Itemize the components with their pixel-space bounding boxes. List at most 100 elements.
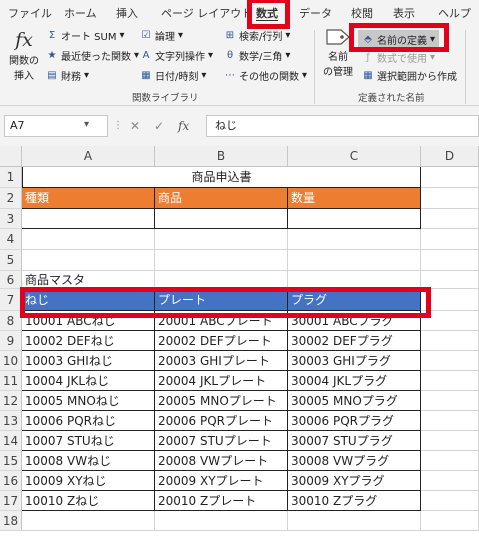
cell-A15[interactable]: 10008 VWねじ [22, 451, 155, 471]
cell-D1[interactable] [421, 167, 479, 188]
cell-B2[interactable]: 商品 [155, 188, 288, 209]
cell-A14[interactable]: 10007 STUねじ [22, 431, 155, 451]
math-trig-button[interactable]: θ 数学/三角 ▾ [224, 48, 290, 64]
cell-C1[interactable] [288, 167, 421, 188]
column-header-b[interactable]: B [155, 146, 288, 167]
financial-button[interactable]: ▤ 財務 ▾ [46, 68, 89, 84]
datetime-button[interactable]: ▦ 日付/時刻 ▾ [140, 68, 206, 84]
cell-C10[interactable]: 30003 GHIプラグ [288, 351, 421, 371]
row-header-1[interactable]: 1 [0, 167, 22, 188]
cell-D15[interactable] [421, 451, 479, 471]
logical-button[interactable]: ☑ 論理 ▾ [140, 28, 184, 44]
cell-D18[interactable] [421, 511, 479, 531]
cell-C12[interactable]: 30005 MNOプラグ [288, 391, 421, 411]
create-from-selection-button[interactable]: ▦ 選択範囲から作成 [362, 68, 457, 84]
cell-B3[interactable] [155, 209, 288, 229]
cell-B17[interactable]: 20010 Zプレート [155, 491, 288, 511]
cell-C18[interactable] [288, 511, 421, 531]
cell-C15[interactable]: 30008 VWプラグ [288, 451, 421, 471]
cell-B1[interactable]: 商品申込書 [155, 167, 288, 188]
tab-page-layout[interactable]: ページ レイアウト [161, 5, 252, 21]
row-header-4[interactable]: 4 [0, 229, 22, 250]
row-header-15[interactable]: 15 [0, 451, 22, 471]
cell-A11[interactable]: 10004 JKLねじ [22, 371, 155, 391]
row-header-2[interactable]: 2 [0, 188, 22, 209]
cell-D3[interactable] [421, 209, 479, 229]
column-header-d[interactable]: D [421, 146, 479, 167]
lookup-button[interactable]: ⊞ 検索/行列 ▾ [224, 28, 291, 44]
column-header-c[interactable]: C [288, 146, 421, 167]
cell-C2[interactable]: 数量 [288, 188, 421, 209]
tab-insert[interactable]: 挿入 [116, 5, 138, 21]
tab-help[interactable]: ヘルプ [438, 5, 471, 21]
cell-B16[interactable]: 20009 XYプレート [155, 471, 288, 491]
cell-D16[interactable] [421, 471, 479, 491]
row-header-16[interactable]: 16 [0, 471, 22, 491]
cell-D17[interactable] [421, 491, 479, 511]
select-all-corner[interactable] [0, 146, 22, 167]
cell-C17[interactable]: 30010 Zプラグ [288, 491, 421, 511]
cell-B4[interactable] [155, 229, 288, 250]
check-icon[interactable]: ✓ [148, 115, 170, 137]
cell-D9[interactable] [421, 331, 479, 351]
tab-home[interactable]: ホーム [64, 5, 97, 21]
formula-input[interactable]: ねじ [206, 115, 479, 137]
cell-A9[interactable]: 10002 DEFねじ [22, 331, 155, 351]
row-header-14[interactable]: 14 [0, 431, 22, 451]
name-box[interactable]: A7 [4, 115, 108, 137]
cell-D4[interactable] [421, 229, 479, 250]
cell-A12[interactable]: 10005 MNOねじ [22, 391, 155, 411]
row-header-11[interactable]: 11 [0, 371, 22, 391]
cell-C11[interactable]: 30004 JKLプラグ [288, 371, 421, 391]
tab-file[interactable]: ファイル [8, 5, 52, 21]
cell-A17[interactable]: 10010 Zねじ [22, 491, 155, 511]
column-header-a[interactable]: A [22, 146, 155, 167]
cell-C14[interactable]: 30007 STUプラグ [288, 431, 421, 451]
cell-B5[interactable] [155, 250, 288, 271]
text-functions-button[interactable]: A 文字列操作 ▾ [140, 48, 213, 64]
chevron-down-icon[interactable]: ▾ [84, 119, 89, 130]
row-header-18[interactable]: 18 [0, 511, 22, 531]
row-header-3[interactable]: 3 [0, 209, 22, 229]
row-header-17[interactable]: 17 [0, 491, 22, 511]
cell-B10[interactable]: 20003 GHIプレート [155, 351, 288, 371]
cancel-icon[interactable]: ✕ [124, 115, 146, 137]
cell-B11[interactable]: 20004 JKLプレート [155, 371, 288, 391]
row-header-6[interactable]: 6 [0, 271, 22, 289]
cell-A2[interactable]: 種類 [22, 188, 155, 209]
cell-B9[interactable]: 20002 DEFプレート [155, 331, 288, 351]
cell-D14[interactable] [421, 431, 479, 451]
row-header-10[interactable]: 10 [0, 351, 22, 371]
use-in-formula-button[interactable]: ƒ 数式で使用 ▾ [362, 50, 435, 66]
row-header-13[interactable]: 13 [0, 411, 22, 431]
cell-B14[interactable]: 20007 STUプレート [155, 431, 288, 451]
tab-review[interactable]: 校閲 [351, 5, 373, 21]
row-header-12[interactable]: 12 [0, 391, 22, 411]
cell-C13[interactable]: 30006 PQRプラグ [288, 411, 421, 431]
insert-function-button[interactable]: fx 関数の 挿入 [6, 28, 42, 82]
cell-D2[interactable] [421, 188, 479, 209]
cell-A18[interactable] [22, 511, 155, 531]
cell-A4[interactable] [22, 229, 155, 250]
cell-C4[interactable] [288, 229, 421, 250]
cell-A10[interactable]: 10003 GHIねじ [22, 351, 155, 371]
tab-view[interactable]: 表示 [393, 5, 415, 21]
insert-function-icon[interactable]: fx [178, 115, 189, 137]
cell-C3[interactable] [288, 209, 421, 229]
cell-B13[interactable]: 20006 PQRプレート [155, 411, 288, 431]
tab-data[interactable]: データ [299, 5, 332, 21]
row-header-7[interactable]: 7 [0, 289, 22, 311]
cell-C9[interactable]: 30002 DEFプラグ [288, 331, 421, 351]
cell-D11[interactable] [421, 371, 479, 391]
cell-D13[interactable] [421, 411, 479, 431]
cell-B18[interactable] [155, 511, 288, 531]
cell-A1[interactable] [22, 167, 155, 188]
row-header-5[interactable]: 5 [0, 250, 22, 271]
more-functions-button[interactable]: ⋯ その他の関数 ▾ [224, 68, 307, 84]
cell-D5[interactable] [421, 250, 479, 271]
cell-C16[interactable]: 30009 XYプラグ [288, 471, 421, 491]
row-header-8[interactable]: 8 [0, 311, 22, 331]
cell-B12[interactable]: 20005 MNOプレート [155, 391, 288, 411]
cell-A13[interactable]: 10006 PQRねじ [22, 411, 155, 431]
cell-A3[interactable] [22, 209, 155, 229]
